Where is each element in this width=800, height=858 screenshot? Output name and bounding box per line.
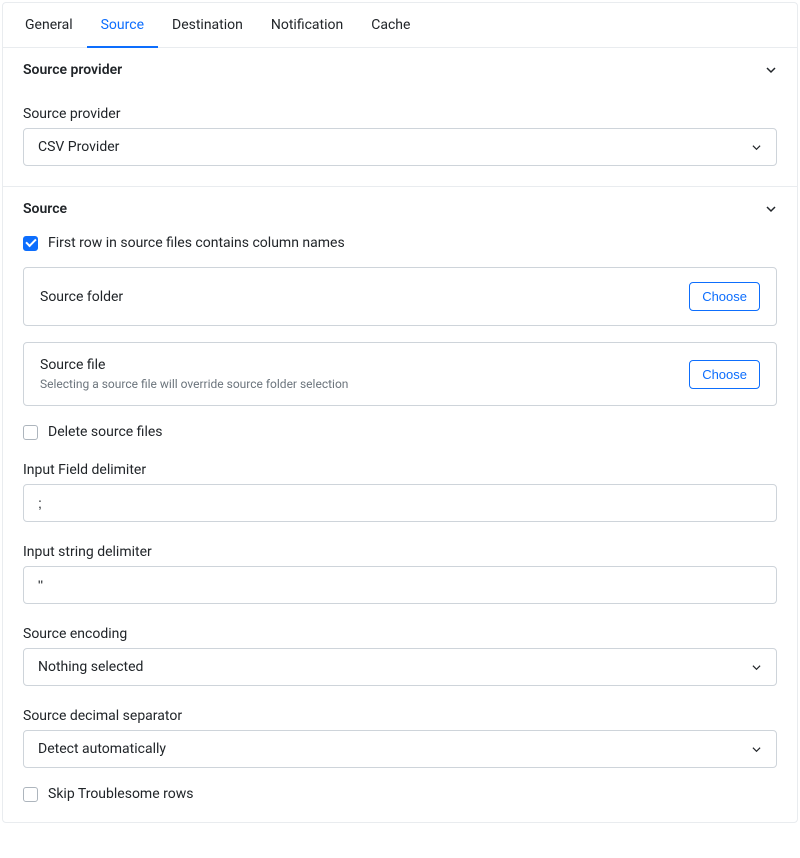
label-first-row[interactable]: First row in source files contains colum… xyxy=(48,235,345,251)
settings-card: General Source Destination Notification … xyxy=(2,2,798,823)
checkbox-row-skip-troublesome: Skip Troublesome rows xyxy=(23,786,777,802)
choose-source-file-button[interactable]: Choose xyxy=(689,360,760,389)
chevron-down-icon xyxy=(765,64,777,76)
section-header-source[interactable]: Source xyxy=(3,187,797,231)
section-body: First row in source files contains colum… xyxy=(3,235,797,822)
section-body: Source provider CSV Provider xyxy=(3,106,797,186)
checkbox-row-delete-source: Delete source files xyxy=(23,424,777,440)
tab-general[interactable]: General xyxy=(11,3,87,47)
tabs-bar: General Source Destination Notification … xyxy=(3,3,797,48)
checkbox-row-first-row: First row in source files contains colum… xyxy=(23,235,777,251)
label-encoding: Source encoding xyxy=(23,626,777,642)
form-group-encoding: Source encoding Nothing selected xyxy=(23,626,777,686)
label-decimal-separator: Source decimal separator xyxy=(23,708,777,724)
section-header-source-provider[interactable]: Source provider xyxy=(3,48,797,92)
section-title: Source xyxy=(23,201,67,217)
chevron-down-icon xyxy=(750,743,762,755)
section-source: Source First row in source files contain… xyxy=(3,187,797,822)
tab-source[interactable]: Source xyxy=(87,3,158,48)
select-source-provider[interactable]: CSV Provider xyxy=(23,128,777,166)
file-row-source-file: Source file Selecting a source file will… xyxy=(23,342,777,406)
input-field-delimiter[interactable] xyxy=(23,484,777,522)
section-source-provider: Source provider Source provider CSV Prov… xyxy=(3,48,797,187)
section-title: Source provider xyxy=(23,62,122,78)
chevron-down-icon xyxy=(750,661,762,673)
label-source-file: Source file xyxy=(40,357,348,373)
form-group-field-delimiter: Input Field delimiter xyxy=(23,462,777,522)
label-source-folder: Source folder xyxy=(40,289,123,305)
tab-destination[interactable]: Destination xyxy=(158,3,257,47)
form-group-provider: Source provider CSV Provider xyxy=(23,106,777,166)
select-encoding[interactable]: Nothing selected xyxy=(23,648,777,686)
select-decimal-separator[interactable]: Detect automatically xyxy=(23,730,777,768)
hint-source-file: Selecting a source file will override so… xyxy=(40,377,348,391)
checkbox-delete-source[interactable] xyxy=(23,425,38,440)
tab-cache[interactable]: Cache xyxy=(357,3,424,47)
chevron-down-icon xyxy=(765,203,777,215)
form-group-string-delimiter: Input string delimiter xyxy=(23,544,777,604)
select-value: CSV Provider xyxy=(38,139,119,155)
checkbox-first-row[interactable] xyxy=(23,236,38,251)
file-row-source-folder: Source folder Choose xyxy=(23,267,777,326)
chevron-down-icon xyxy=(750,141,762,153)
file-row-text: Source file Selecting a source file will… xyxy=(40,357,348,391)
label-string-delimiter: Input string delimiter xyxy=(23,544,777,560)
select-value: Nothing selected xyxy=(38,659,143,675)
label-delete-source[interactable]: Delete source files xyxy=(48,424,163,440)
tab-notification[interactable]: Notification xyxy=(257,3,357,47)
label-field-delimiter: Input Field delimiter xyxy=(23,462,777,478)
label-skip-troublesome[interactable]: Skip Troublesome rows xyxy=(48,786,193,802)
form-group-decimal-separator: Source decimal separator Detect automati… xyxy=(23,708,777,768)
input-string-delimiter[interactable] xyxy=(23,566,777,604)
choose-source-folder-button[interactable]: Choose xyxy=(689,282,760,311)
checkbox-skip-troublesome[interactable] xyxy=(23,787,38,802)
select-value: Detect automatically xyxy=(38,741,166,757)
file-row-text: Source folder xyxy=(40,289,123,305)
label-source-provider: Source provider xyxy=(23,106,777,122)
